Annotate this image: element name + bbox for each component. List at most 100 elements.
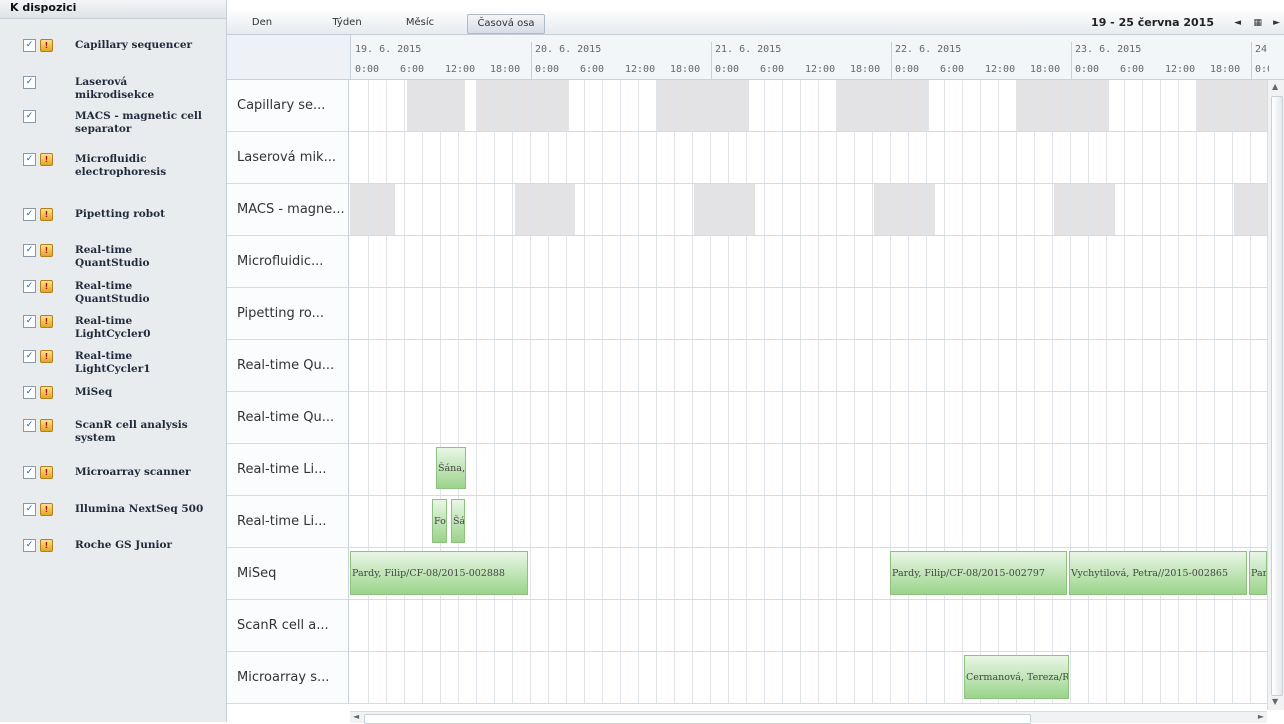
row-grid[interactable] bbox=[350, 288, 1267, 339]
reservation-event[interactable]: Cermanová, Tereza/R bbox=[964, 655, 1069, 699]
grid-line bbox=[1070, 340, 1071, 391]
resource-checkbox[interactable]: ✓ bbox=[23, 350, 36, 363]
reservation-event[interactable]: Fo bbox=[432, 499, 447, 543]
grid-line bbox=[1142, 184, 1143, 235]
horizontal-scrollbar[interactable]: ◄ ► bbox=[350, 711, 1267, 724]
grid-line bbox=[836, 600, 837, 651]
grid-line bbox=[476, 80, 477, 131]
row-grid[interactable] bbox=[350, 184, 1267, 235]
horizontal-scroll-thumb[interactable] bbox=[364, 714, 1031, 724]
row-grid[interactable] bbox=[350, 392, 1267, 443]
resource-checkbox[interactable]: ✓ bbox=[23, 208, 36, 221]
grid-line bbox=[1160, 236, 1161, 287]
resource-checkbox[interactable]: ✓ bbox=[23, 110, 36, 123]
hour-label: 6:00 bbox=[940, 64, 965, 75]
grid-line bbox=[692, 236, 693, 287]
grid-line bbox=[1160, 496, 1161, 547]
grid-line bbox=[1232, 80, 1233, 131]
row-grid[interactable] bbox=[350, 340, 1267, 391]
grid-line bbox=[602, 600, 603, 651]
hour-label: 12:00 bbox=[1165, 64, 1196, 75]
tab-timeline[interactable]: Časová osa bbox=[467, 14, 545, 34]
grid-line bbox=[872, 392, 873, 443]
hour-label: 12:00 bbox=[985, 64, 1016, 75]
resource-checkbox[interactable]: ✓ bbox=[23, 466, 36, 479]
tab-day[interactable]: Den bbox=[237, 14, 287, 32]
grid-line bbox=[980, 236, 981, 287]
resource-checkbox[interactable]: ✓ bbox=[23, 76, 36, 89]
tab-week[interactable]: Týden bbox=[322, 14, 372, 32]
resource-checkbox[interactable]: ✓ bbox=[23, 386, 36, 399]
grid-line bbox=[674, 496, 675, 547]
grid-line bbox=[548, 652, 549, 703]
grid-line bbox=[692, 184, 693, 235]
prev-arrow-icon[interactable]: ◄ bbox=[1234, 14, 1241, 32]
grid-line bbox=[692, 288, 693, 339]
grid-line bbox=[1142, 236, 1143, 287]
resource-label: Illumina NextSeq 500 bbox=[75, 503, 204, 515]
reservation-event[interactable]: Pardy, Filip/CF-08/2015-002797 bbox=[890, 551, 1067, 595]
day-separator bbox=[531, 42, 532, 79]
resource-checkbox[interactable]: ✓ bbox=[23, 244, 36, 257]
grid-line bbox=[962, 288, 963, 339]
row-grid[interactable] bbox=[350, 236, 1267, 287]
scroll-up-icon[interactable]: ▲ bbox=[1272, 82, 1278, 91]
grid-line bbox=[440, 80, 441, 131]
resource-checkbox[interactable]: ✓ bbox=[23, 315, 36, 328]
resource-checkbox[interactable]: ✓ bbox=[23, 419, 36, 432]
grid-line bbox=[710, 496, 711, 547]
scroll-down-icon[interactable]: ▼ bbox=[1272, 697, 1278, 706]
grid-line bbox=[422, 132, 423, 183]
grid-line bbox=[836, 444, 837, 495]
grid-line bbox=[998, 132, 999, 183]
tab-month[interactable]: Měsíc bbox=[395, 14, 445, 32]
hour-label: 6:00 bbox=[400, 64, 425, 75]
vertical-scrollbar[interactable]: ▲ ▼ bbox=[1267, 80, 1284, 710]
grid-line bbox=[854, 496, 855, 547]
grid-line bbox=[1232, 652, 1233, 703]
row-grid[interactable] bbox=[350, 80, 1267, 131]
row-grid[interactable]: Pardy, Filip/CF-08/2015-002888 Pardy, Fil… bbox=[350, 548, 1267, 599]
resource-checkbox[interactable]: ✓ bbox=[23, 153, 36, 166]
grid-line bbox=[926, 600, 927, 651]
grid-line bbox=[800, 80, 801, 131]
grid-line bbox=[908, 600, 909, 651]
row-grid[interactable] bbox=[350, 132, 1267, 183]
grid-line bbox=[728, 392, 729, 443]
reservation-event[interactable]: Pardy, Filip/CF-08/2015-002888 bbox=[350, 551, 528, 595]
scroll-right-icon[interactable]: ► bbox=[1258, 712, 1264, 721]
resource-checkbox[interactable]: ✓ bbox=[23, 539, 36, 552]
reservation-event[interactable]: Par bbox=[1249, 551, 1267, 595]
grid-line bbox=[710, 80, 711, 131]
row-label: Capillary se... bbox=[227, 80, 349, 131]
grid-line bbox=[368, 184, 369, 235]
grid-line bbox=[764, 652, 765, 703]
calendar-menu-icon[interactable]: ▦ bbox=[1253, 14, 1262, 32]
grid-line bbox=[710, 340, 711, 391]
grid-line bbox=[458, 600, 459, 651]
grid-line bbox=[1124, 236, 1125, 287]
scroll-left-icon[interactable]: ◄ bbox=[353, 712, 359, 721]
grid-line bbox=[782, 288, 783, 339]
timeline-row: Real-time Li... Fo Šá bbox=[227, 496, 1267, 548]
row-grid[interactable] bbox=[350, 600, 1267, 651]
grid-line bbox=[764, 496, 765, 547]
reservation-event[interactable]: Šá bbox=[451, 499, 465, 543]
resource-checkbox[interactable]: ✓ bbox=[23, 39, 36, 52]
hour-label: 0:00 bbox=[1255, 64, 1269, 75]
row-grid[interactable]: Cermanová, Tereza/R bbox=[350, 652, 1267, 703]
resource-checkbox[interactable]: ✓ bbox=[23, 280, 36, 293]
grid-line bbox=[1214, 80, 1215, 131]
reservation-event[interactable]: Vychytilová, Petra//2015-002865 bbox=[1069, 551, 1247, 595]
row-grid[interactable]: Fo Šá bbox=[350, 496, 1267, 547]
row-grid[interactable]: Šána, bbox=[350, 444, 1267, 495]
grid-line bbox=[1106, 184, 1107, 235]
vertical-scroll-thumb[interactable] bbox=[1271, 96, 1283, 696]
grid-line bbox=[638, 548, 639, 599]
reservation-event[interactable]: Šána, bbox=[436, 447, 466, 489]
grid-line bbox=[638, 444, 639, 495]
resource-checkbox[interactable]: ✓ bbox=[23, 503, 36, 516]
timeline-day-header: 19. 6. 2015 0:00 6:00 12:00 18:00 20. 6. 2015… bbox=[351, 35, 1269, 79]
next-arrow-icon[interactable]: ► bbox=[1273, 14, 1280, 32]
grid-line bbox=[494, 444, 495, 495]
